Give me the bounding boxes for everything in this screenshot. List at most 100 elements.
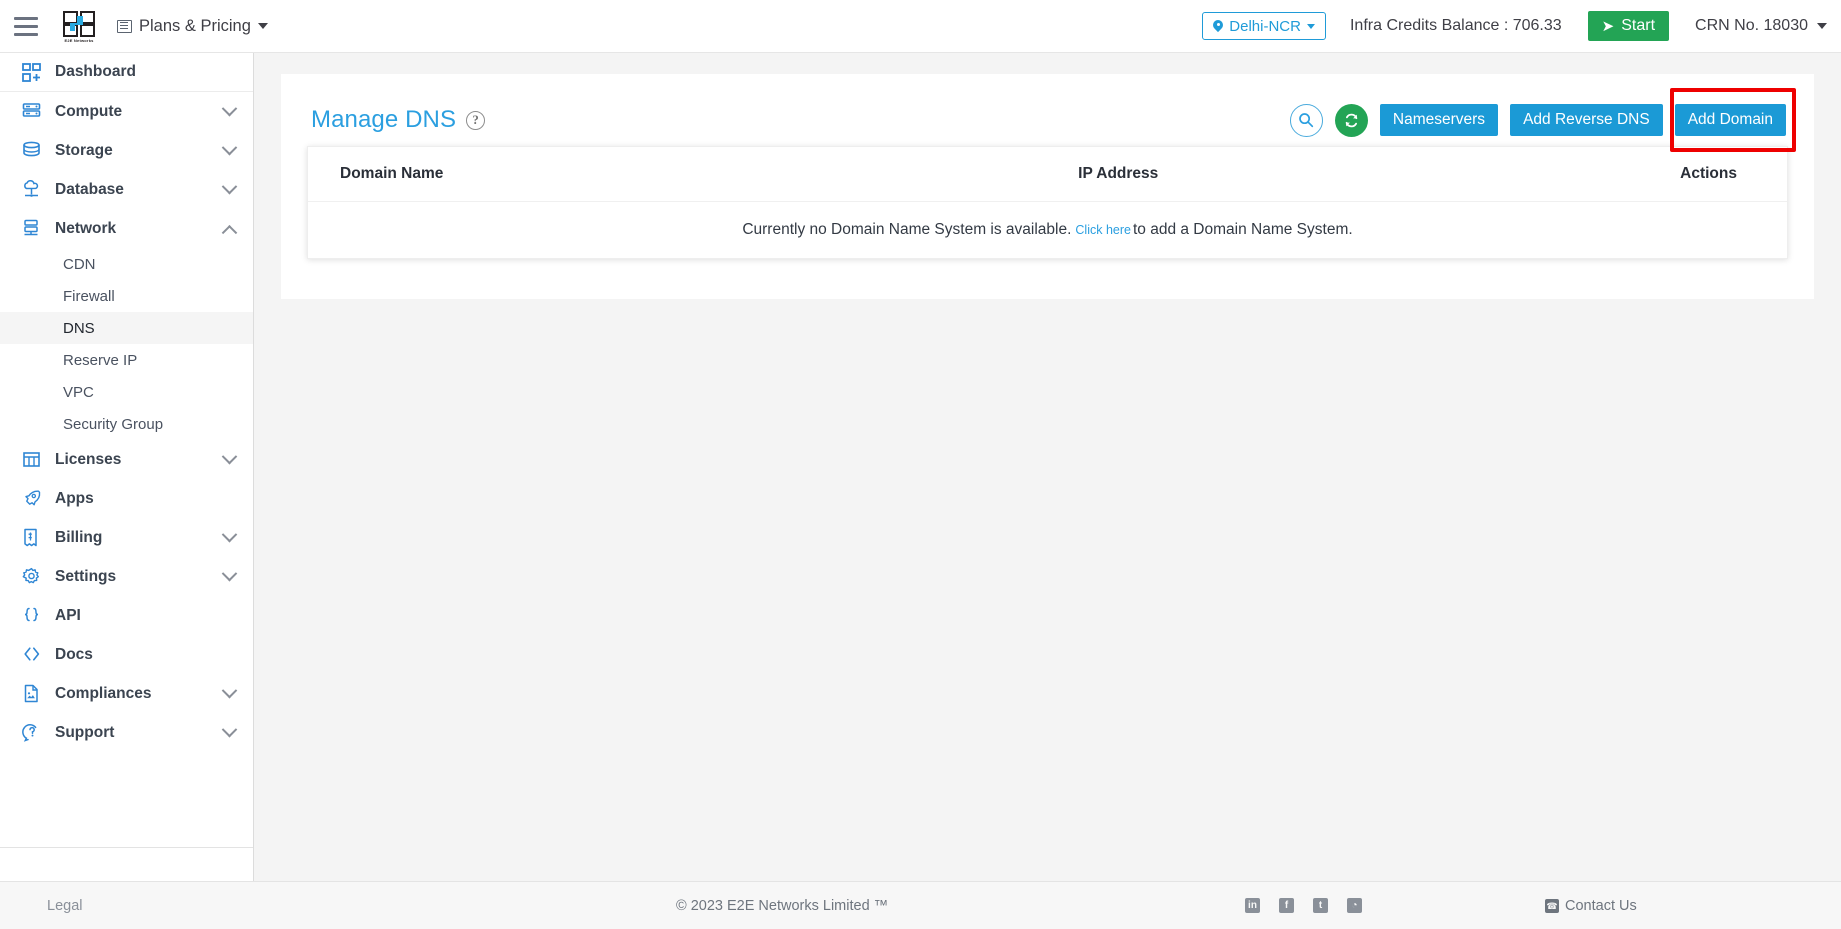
column-header-domain-name: Domain Name xyxy=(340,165,444,182)
click-here-link[interactable]: Click here xyxy=(1075,223,1131,237)
sidebar-item-compute[interactable]: Compute xyxy=(0,92,253,131)
chevron-down-icon xyxy=(257,23,268,29)
hamburger-bar xyxy=(14,32,38,36)
phone-icon: ☎ xyxy=(1545,898,1559,913)
sidebar-item-settings[interactable]: Settings xyxy=(0,557,253,596)
network-node-icon xyxy=(22,218,46,240)
region-label: Delhi-NCR xyxy=(1229,17,1301,35)
sidebar-item-licenses[interactable]: Licenses xyxy=(0,440,253,479)
refresh-icon[interactable] xyxy=(1334,103,1368,137)
hamburger-bar xyxy=(14,16,38,20)
sidebar-item-dashboard[interactable]: Dashboard xyxy=(0,53,253,92)
document-icon xyxy=(22,683,46,705)
top-navigation-bar: E2E Networks Plans & Pricing Delhi-NCR I… xyxy=(0,0,1841,53)
sidebar-item-apps[interactable]: Apps xyxy=(0,479,253,518)
sidebar-item-label: Network xyxy=(55,219,117,237)
add-reverse-dns-button[interactable]: Add Reverse DNS xyxy=(1510,104,1663,136)
sidebar-item-label: Compute xyxy=(55,102,123,120)
copyright-text: © 2023 E2E Networks Limited ™ xyxy=(676,897,889,914)
empty-state-prefix: Currently no Domain Name System is avail… xyxy=(742,221,1072,238)
sidebar-item-storage[interactable]: Storage xyxy=(0,131,253,170)
main-content: Manage DNS ? Nameservers Add Reverse DNS… xyxy=(254,53,1841,881)
rss-icon[interactable]: ◔ xyxy=(1347,898,1362,913)
sidebar-subitem-cdn[interactable]: CDN xyxy=(0,248,253,280)
sidebar-subitem-reserve-ip[interactable]: Reserve IP xyxy=(0,344,253,376)
sidebar-item-database[interactable]: Database xyxy=(0,170,253,209)
chevron-down-icon xyxy=(221,139,238,156)
brand-logo[interactable]: E2E Networks xyxy=(59,6,99,46)
sidebar-item-label: Docs xyxy=(55,645,93,663)
sidebar: Dashboard Compute Storage Database Netwo… xyxy=(0,53,254,881)
hamburger-icon[interactable] xyxy=(0,0,52,53)
chevron-down-icon xyxy=(221,565,238,582)
sidebar-subitem-label: CDN xyxy=(63,255,96,273)
search-icon[interactable] xyxy=(1289,103,1323,137)
chevron-up-icon xyxy=(221,224,238,241)
sidebar-item-label: Apps xyxy=(55,489,94,507)
linkedin-icon[interactable]: in xyxy=(1245,898,1260,913)
infra-credits-balance: Infra Credits Balance : 706.33 xyxy=(1349,17,1562,34)
plans-and-pricing-label: Plans & Pricing xyxy=(139,16,251,35)
logo-caption: E2E Networks xyxy=(64,37,94,43)
sidebar-item-label: Billing xyxy=(55,528,103,546)
database-disk-icon xyxy=(22,140,46,162)
legal-link[interactable]: Legal xyxy=(47,898,82,914)
cloud-database-icon xyxy=(22,179,46,201)
facebook-icon[interactable]: f xyxy=(1279,898,1294,913)
dns-table-card: Domain Name IP Address Actions Currently… xyxy=(307,146,1788,259)
plans-and-pricing-menu[interactable]: Plans & Pricing xyxy=(117,17,268,36)
sidebar-item-compliances[interactable]: Compliances xyxy=(0,674,253,713)
sidebar-item-network[interactable]: Network xyxy=(0,209,253,248)
sidebar-item-billing[interactable]: Billing xyxy=(0,518,253,557)
question-mark-icon[interactable]: ? xyxy=(466,110,486,130)
list-icon xyxy=(117,19,132,33)
sidebar-subitem-vpc[interactable]: VPC xyxy=(0,376,253,408)
contact-us-link[interactable]: ☎ Contact Us xyxy=(1545,898,1637,914)
page-header: Manage DNS ? Nameservers Add Reverse DNS… xyxy=(299,87,1796,152)
support-chat-icon xyxy=(22,722,46,744)
table-empty-state: Currently no Domain Name System is avail… xyxy=(308,202,1787,258)
gear-icon xyxy=(22,566,46,588)
crn-label: CRN No. 18030 xyxy=(1695,17,1808,34)
column-header-ip-address: IP Address xyxy=(1078,165,1159,182)
sidebar-subitem-label: Security Group xyxy=(63,415,164,433)
crn-account-menu[interactable]: CRN No. 18030 xyxy=(1695,17,1827,35)
chevron-down-icon xyxy=(221,526,238,543)
sidebar-item-label: Dashboard xyxy=(55,63,136,80)
sidebar-subitem-security-group[interactable]: Security Group xyxy=(0,408,253,440)
chevron-down-icon xyxy=(221,682,238,699)
start-button-label: Start xyxy=(1621,17,1656,34)
table-header-row: Domain Name IP Address Actions xyxy=(308,147,1787,202)
sidebar-subitem-label: DNS xyxy=(63,319,95,337)
location-pin-icon xyxy=(1213,20,1223,33)
column-header-actions: Actions xyxy=(1680,165,1737,182)
sidebar-item-label: Licenses xyxy=(55,450,122,468)
start-button[interactable]: ➤ Start xyxy=(1587,11,1670,41)
add-domain-button[interactable]: Add Domain xyxy=(1674,104,1786,136)
curly-braces-icon xyxy=(22,605,46,627)
sidebar-item-label: Database xyxy=(55,180,124,198)
sidebar-item-docs[interactable]: Docs xyxy=(0,635,253,674)
nameservers-button[interactable]: Nameservers xyxy=(1379,104,1499,136)
rocket-icon xyxy=(22,488,46,510)
twitter-icon[interactable]: t xyxy=(1313,898,1328,913)
contact-us-label: Contact Us xyxy=(1565,897,1637,914)
sidebar-item-label: Storage xyxy=(55,141,113,159)
e2e-logo-icon: E2E Networks xyxy=(62,10,96,43)
sidebar-subitem-firewall[interactable]: Firewall xyxy=(0,280,253,312)
region-selector[interactable]: Delhi-NCR xyxy=(1202,12,1326,40)
hamburger-bar xyxy=(14,24,38,28)
chevron-down-icon xyxy=(221,448,238,465)
sidebar-footer-spacer xyxy=(0,847,253,881)
invoice-dollar-icon xyxy=(22,527,46,549)
send-icon: ➤ xyxy=(1601,17,1615,35)
sidebar-item-support[interactable]: Support xyxy=(0,713,253,752)
social-links: in f t ◔ xyxy=(1245,898,1362,913)
sidebar-item-label: API xyxy=(55,606,81,624)
sidebar-subitem-dns[interactable]: DNS xyxy=(0,312,253,344)
chevron-down-icon xyxy=(221,721,238,738)
sidebar-item-api[interactable]: API xyxy=(0,596,253,635)
chevron-down-icon xyxy=(1306,23,1315,29)
sidebar-item-label: Support xyxy=(55,723,115,741)
sidebar-nav-list: Dashboard Compute Storage Database Netwo… xyxy=(0,53,253,847)
